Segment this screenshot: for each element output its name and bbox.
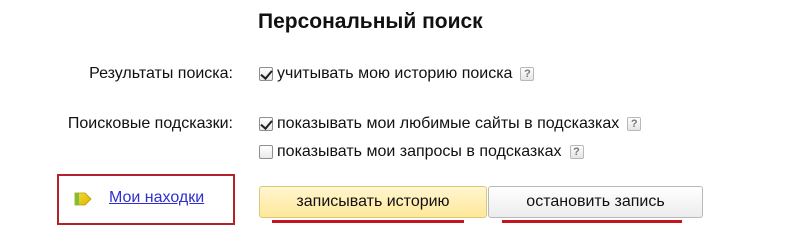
favorite-sites-option: показывать мои любимые сайты в подсказка… (259, 115, 642, 133)
stop-button-underline (502, 220, 682, 223)
history-option: учитывать мою историю поиска ? (259, 65, 535, 83)
history-option-label[interactable]: учитывать мою историю поиска (277, 65, 512, 83)
question-mark-icon[interactable]: ? (627, 117, 642, 131)
favorite-sites-option-label[interactable]: показывать мои любимые сайты в подсказка… (277, 115, 619, 133)
question-mark-icon[interactable]: ? (569, 145, 584, 159)
record-history-button[interactable]: записывать историю (259, 186, 487, 218)
question-mark-icon[interactable]: ? (520, 67, 535, 81)
search-results-label: Результаты поиска: (89, 65, 233, 82)
record-button-underline (272, 220, 464, 223)
bookmark-flag-icon (74, 192, 92, 206)
stop-recording-button[interactable]: остановить запись (488, 186, 703, 218)
suggestions-label: Поисковые подсказки: (67, 115, 233, 132)
my-queries-checkbox[interactable] (259, 145, 273, 159)
my-queries-option: показывать мои запросы в подсказках ? (259, 143, 584, 161)
history-checkbox[interactable] (259, 67, 273, 81)
my-finds-link[interactable]: Мои находки (109, 189, 204, 207)
favorite-sites-checkbox[interactable] (259, 117, 273, 131)
page-title: Персональный поиск (258, 10, 483, 33)
my-queries-option-label[interactable]: показывать мои запросы в подсказках (277, 143, 562, 161)
